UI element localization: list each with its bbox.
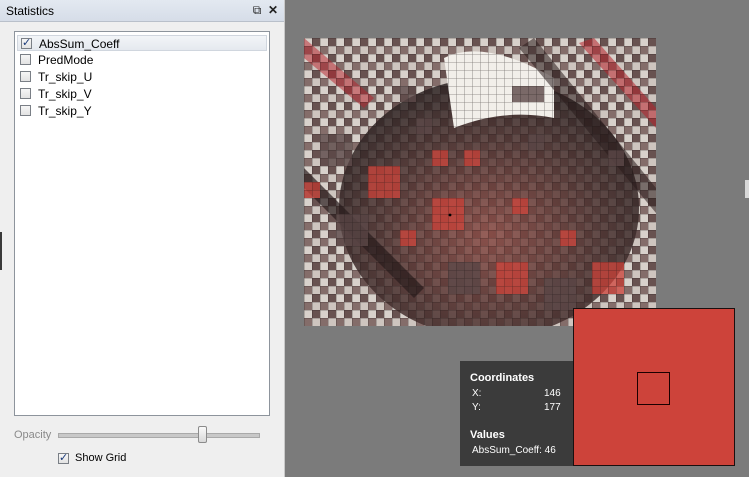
list-item-label: Tr_skip_V <box>38 87 92 101</box>
window-edge <box>0 232 2 270</box>
checkbox-tr-skip-v[interactable] <box>20 88 31 99</box>
dock-title: Statistics <box>6 4 55 18</box>
checkbox-abssum-coeff[interactable]: ✓ <box>21 38 32 49</box>
value-text: AbsSum_Coeff: 46 <box>472 445 556 456</box>
float-window-icon[interactable]: ⧉ <box>250 3 264 17</box>
statistics-overlay-image[interactable] <box>304 38 656 326</box>
video-frame-view[interactable] <box>304 38 656 326</box>
statistics-dock: Statistics ⧉ ✕ ✓ AbsSum_Coeff PredMode T… <box>0 0 285 477</box>
checkbox-tr-skip-u[interactable] <box>20 71 31 82</box>
list-item-tr-skip-y[interactable]: Tr_skip_Y <box>17 103 267 119</box>
list-item-label: AbsSum_Coeff <box>39 37 120 51</box>
checkbox-predmode[interactable] <box>20 54 31 65</box>
show-grid-checkbox[interactable]: ✓ <box>58 453 69 464</box>
list-item-tr-skip-v[interactable]: Tr_skip_V <box>17 86 267 102</box>
coordinates-heading: Coordinates <box>470 372 535 384</box>
dock-title-bar[interactable]: Statistics ⧉ ✕ <box>0 0 284 22</box>
opacity-controls: Opacity ✓ Show Grid <box>14 422 270 467</box>
opacity-slider-handle[interactable] <box>198 426 207 443</box>
info-tooltip-panel: Coordinates X: 146 Y: 177 Values AbsSum_… <box>460 361 574 466</box>
list-item-label: Tr_skip_Y <box>38 104 92 118</box>
values-heading: Values <box>470 429 505 441</box>
list-item-predmode[interactable]: PredMode <box>17 52 267 68</box>
list-item-abssum-coeff[interactable]: ✓ AbsSum_Coeff <box>17 35 267 51</box>
zoom-selected-cell <box>637 372 670 405</box>
y-label: Y: <box>472 402 481 413</box>
opacity-slider-track[interactable] <box>58 433 260 438</box>
checkbox-tr-skip-y[interactable] <box>20 105 31 116</box>
statistics-list[interactable]: ✓ AbsSum_Coeff PredMode Tr_skip_U Tr_ski… <box>14 31 270 416</box>
y-value: 177 <box>544 402 561 413</box>
zoom-preview-box <box>573 308 735 466</box>
list-item-label: Tr_skip_U <box>38 70 93 84</box>
scrollbar-edge[interactable] <box>745 180 749 198</box>
x-label: X: <box>472 388 482 399</box>
list-item-tr-skip-u[interactable]: Tr_skip_U <box>17 69 267 85</box>
x-value: 146 <box>544 388 561 399</box>
close-icon[interactable]: ✕ <box>266 3 280 17</box>
show-grid-label: Show Grid <box>75 452 127 464</box>
list-item-label: PredMode <box>38 53 94 67</box>
opacity-label: Opacity <box>14 429 52 441</box>
